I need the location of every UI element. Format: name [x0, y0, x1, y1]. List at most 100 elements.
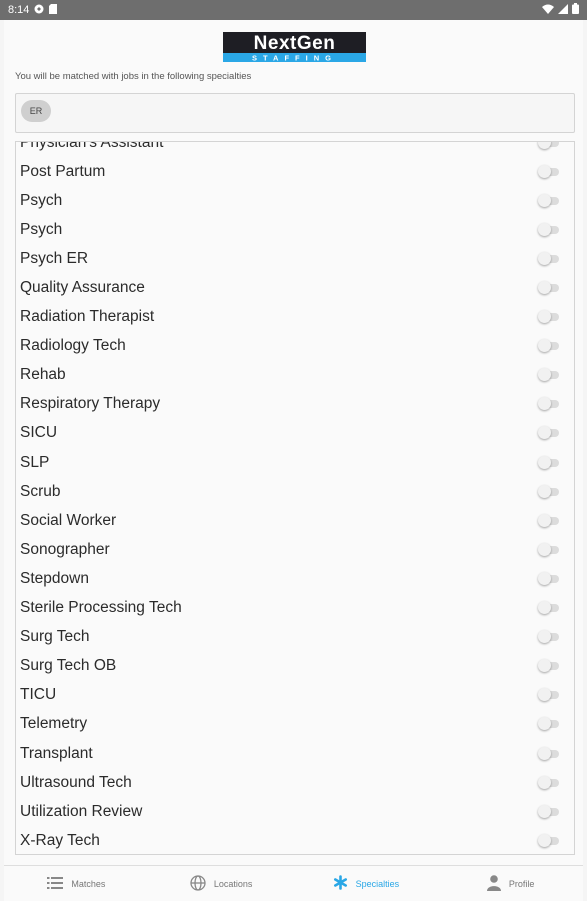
- toggle-thumb: [538, 571, 551, 585]
- specialty-label: Ultrasound Tech: [20, 773, 132, 791]
- specialty-label: Surg Tech OB: [20, 657, 117, 675]
- specialty-toggle[interactable]: [538, 513, 560, 528]
- svg-text:NextGen: NextGen: [254, 33, 336, 54]
- specialty-label: Surg Tech: [20, 628, 90, 646]
- specialty-toggle[interactable]: [538, 717, 560, 731]
- status-bar: 8:14: [0, 0, 587, 20]
- specialty-toggle[interactable]: [538, 484, 560, 499]
- specialty-row: Telemetry: [16, 710, 574, 739]
- toggle-thumb: [538, 193, 551, 207]
- svg-text:STAFFING: STAFFING: [252, 54, 337, 63]
- specialty-row: X-Ray Tech: [16, 826, 574, 854]
- specialty-label: Physician's Assistant: [20, 141, 164, 151]
- specialty-toggle[interactable]: [538, 775, 560, 790]
- specialty-toggle[interactable]: [538, 339, 560, 353]
- specialty-row: Physician's Assistant: [16, 141, 574, 157]
- specialty-toggle[interactable]: [538, 281, 560, 295]
- nextgen-logo: NextGen STAFFING: [223, 32, 366, 63]
- specialty-label: Psych: [20, 191, 63, 209]
- toggle-thumb: [538, 630, 551, 644]
- toggle-thumb: [538, 455, 551, 469]
- nav-locations[interactable]: Locations: [149, 866, 294, 901]
- specialty-row: Psych: [16, 215, 574, 244]
- specialty-toggle[interactable]: [538, 251, 560, 266]
- specialty-toggle[interactable]: [538, 142, 560, 150]
- specialty-row: Sonographer: [16, 535, 574, 564]
- signal-icon: [558, 3, 568, 17]
- specialty-label: Psych: [20, 220, 63, 238]
- specialty-label: Transplant: [20, 744, 93, 762]
- toggle-thumb: [538, 368, 551, 382]
- specialties-list[interactable]: Physician's Assistant Post Partum Psych Psy…: [15, 141, 575, 855]
- toggle-thumb: [538, 310, 551, 324]
- specialty-toggle[interactable]: [538, 688, 560, 702]
- sd-card-icon: [49, 3, 58, 17]
- specialty-toggle[interactable]: [538, 426, 560, 440]
- toggle-thumb: [538, 142, 551, 149]
- specialty-row: Radiation Therapist: [16, 303, 574, 332]
- specialty-row: Quality Assurance: [16, 273, 574, 302]
- specialty-label: SICU: [20, 424, 58, 442]
- toggle-thumb: [538, 659, 551, 673]
- specialty-toggle[interactable]: [538, 571, 560, 586]
- specialties-subtitle: You will be matched with jobs in the fol…: [15, 71, 252, 82]
- toggle-thumb: [538, 222, 551, 236]
- nav-profile-label: Profile: [508, 878, 535, 889]
- specialty-row: Radiology Tech: [16, 332, 574, 361]
- specialty-toggle[interactable]: [538, 222, 560, 237]
- specialty-row: Transplant: [16, 739, 574, 768]
- specialty-label: Utilization Review: [20, 802, 143, 820]
- specialty-label: Sterile Processing Tech: [20, 599, 182, 617]
- specialty-toggle[interactable]: [538, 659, 560, 673]
- battery-icon: [572, 3, 579, 17]
- specialty-label: Stepdown: [20, 569, 89, 587]
- specialty-row: Social Worker: [16, 506, 574, 535]
- toggle-thumb: [538, 688, 551, 702]
- selected-specialties-box[interactable]: ER: [15, 93, 575, 133]
- specialty-toggle[interactable]: [538, 455, 560, 470]
- specialty-label: TICU: [20, 686, 57, 704]
- status-time: 8:14: [8, 4, 30, 16]
- specialty-row: Respiratory Therapy: [16, 390, 574, 419]
- app-screen: NextGen STAFFING You will be matched wit…: [4, 20, 583, 901]
- globe-icon: [190, 874, 206, 893]
- nav-locations-label: Locations: [213, 878, 253, 889]
- specialty-toggle[interactable]: [538, 397, 560, 411]
- specialty-row: SLP: [16, 448, 574, 477]
- toggle-thumb: [538, 542, 551, 556]
- person-icon: [486, 874, 501, 893]
- specialty-label: Rehab: [20, 366, 66, 384]
- nav-profile[interactable]: Profile: [438, 866, 583, 901]
- toggle-thumb: [538, 251, 551, 265]
- toggle-thumb: [538, 484, 551, 498]
- specialty-toggle[interactable]: [538, 193, 560, 208]
- specialty-label: Social Worker: [20, 511, 117, 529]
- specialty-toggle[interactable]: [538, 368, 560, 382]
- specialty-label: Radiology Tech: [20, 337, 126, 355]
- notification-icon: [34, 4, 44, 17]
- specialty-toggle[interactable]: [538, 164, 560, 179]
- toggle-thumb: [538, 746, 551, 760]
- specialty-row: Sterile Processing Tech: [16, 594, 574, 623]
- specialty-toggle[interactable]: [538, 804, 560, 819]
- nav-matches-label: Matches: [71, 878, 106, 889]
- specialty-toggle[interactable]: [538, 601, 560, 615]
- toggle-thumb: [538, 513, 551, 527]
- specialty-label: Telemetry: [20, 715, 88, 733]
- specialty-toggle[interactable]: [538, 833, 560, 848]
- specialty-toggle[interactable]: [538, 310, 560, 324]
- specialty-label: Scrub: [20, 482, 61, 500]
- specialty-toggle[interactable]: [538, 746, 560, 761]
- toggle-thumb: [538, 717, 551, 731]
- specialty-row: Ultrasound Tech: [16, 768, 574, 797]
- chip-er[interactable]: ER: [21, 100, 51, 122]
- nav-specialties[interactable]: Specialties: [294, 866, 439, 901]
- specialty-label: X-Ray Tech: [20, 831, 100, 849]
- specialty-label: SLP: [20, 453, 50, 471]
- specialty-toggle[interactable]: [538, 630, 560, 644]
- toggle-thumb: [538, 164, 551, 178]
- bottom-nav: Matches Locations Specialties Profile: [4, 865, 583, 901]
- toggle-thumb: [538, 397, 551, 411]
- specialty-toggle[interactable]: [538, 542, 560, 557]
- nav-matches[interactable]: Matches: [4, 866, 149, 901]
